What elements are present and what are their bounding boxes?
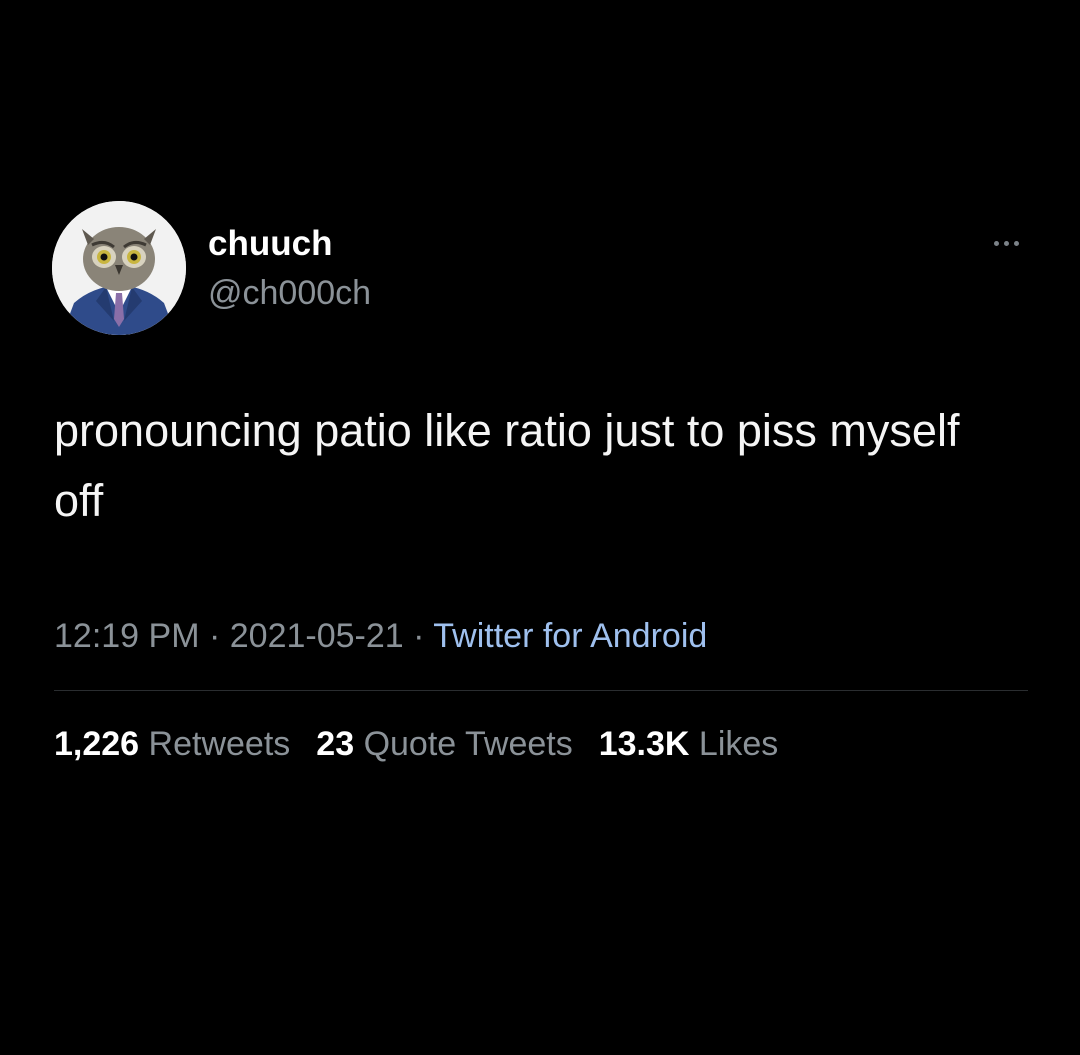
tweet-date[interactable]: 2021-05-21 xyxy=(230,617,404,655)
more-horizontal-icon-dot xyxy=(1013,240,1019,246)
more-options-button[interactable] xyxy=(984,228,1028,258)
tweet-stats: 1,226 Retweets 23 Quote Tweets 13.3K Lik… xyxy=(54,722,778,766)
likes-stat[interactable]: 13.3K Likes xyxy=(599,722,779,766)
more-horizontal-icon xyxy=(993,240,999,246)
tweet-time[interactable]: 12:19 PM xyxy=(54,617,200,655)
author-handle[interactable]: @ch000ch xyxy=(208,273,371,313)
owl-icon xyxy=(52,201,186,335)
tweet-source-link[interactable]: Twitter for Android xyxy=(433,617,707,655)
likes-label: Likes xyxy=(698,725,779,763)
quote-tweets-stat[interactable]: 23 Quote Tweets xyxy=(316,722,572,766)
meta-separator: · xyxy=(199,617,230,655)
tweet-meta: 12:19 PM · 2021-05-21 · Twitter for Andr… xyxy=(54,614,707,658)
retweets-stat[interactable]: 1,226 Retweets xyxy=(54,722,290,766)
quote-tweets-label: Quote Tweets xyxy=(363,725,573,763)
tweet-text: pronouncing patio like ratio just to pis… xyxy=(54,405,960,526)
avatar[interactable] xyxy=(52,201,186,335)
retweets-count: 1,226 xyxy=(54,725,140,763)
more-horizontal-icon-dot xyxy=(1003,240,1009,246)
tweet-card: chuuch @ch000ch pronouncing patio like r… xyxy=(0,0,1080,1055)
quote-tweets-count: 23 xyxy=(316,725,355,763)
retweets-label: Retweets xyxy=(148,725,291,763)
divider xyxy=(54,690,1028,691)
author-display-name[interactable]: chuuch xyxy=(208,224,332,264)
likes-count: 13.3K xyxy=(598,725,690,763)
meta-separator: · xyxy=(403,617,434,655)
